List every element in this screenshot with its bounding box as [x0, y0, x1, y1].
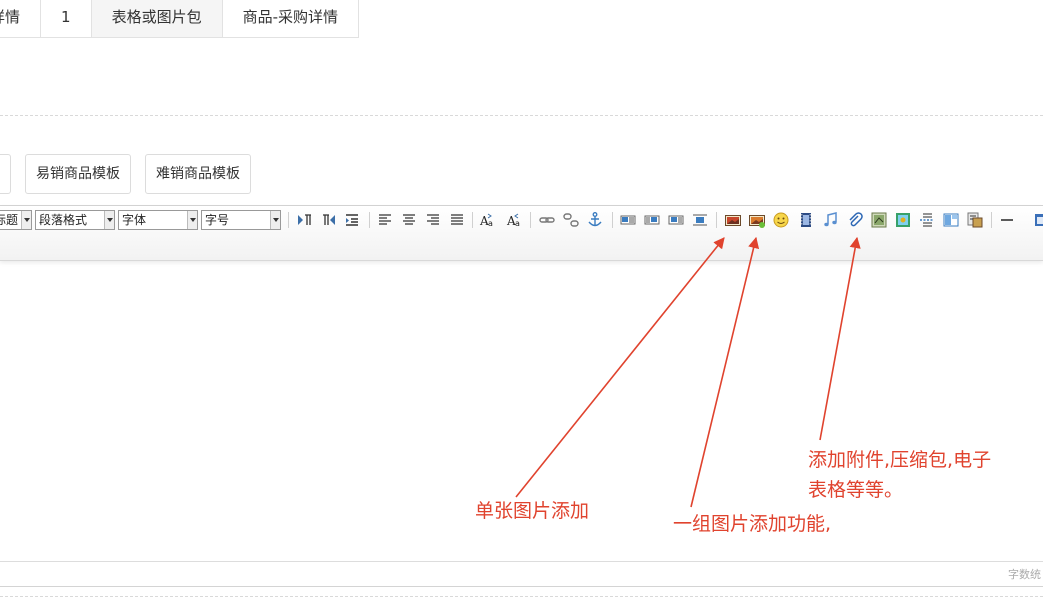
arrow-single-image [515, 237, 725, 498]
annotation-single-image: 单张图片添加 [475, 500, 590, 522]
arrow-multi-image [690, 236, 760, 508]
annotation-multi-image: 一组图片添加功能, [673, 513, 832, 535]
annotation-attachment-line1: 添加附件,压缩包,电子 [808, 449, 992, 471]
arrow-attachment [819, 236, 861, 441]
annotation-attachment-line2: 表格等等。 [808, 479, 904, 501]
